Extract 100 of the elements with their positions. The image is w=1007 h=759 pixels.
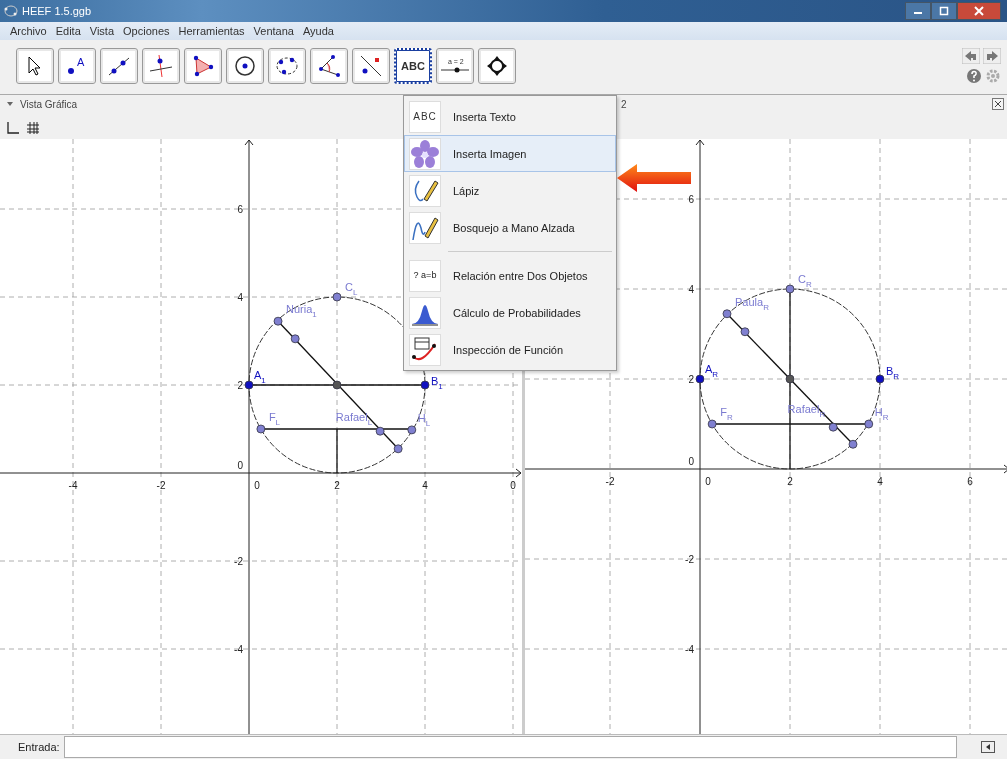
point-label: A$_{1}$	[254, 369, 266, 386]
tool-button[interactable]	[268, 47, 306, 84]
point[interactable]	[828, 422, 838, 432]
point[interactable]	[244, 380, 254, 390]
point[interactable]	[707, 419, 717, 429]
point-label: B$_{1}$	[431, 375, 443, 392]
point[interactable]	[848, 440, 858, 449]
help-icon[interactable]	[966, 67, 982, 84]
axis-tick-label: -4	[68, 480, 78, 492]
axis-tick-label: -2	[605, 476, 615, 488]
point[interactable]	[407, 425, 417, 435]
point[interactable]	[875, 374, 885, 384]
axis-tick-label: -2	[234, 556, 243, 568]
close-icon[interactable]	[992, 98, 1004, 111]
menu-item[interactable]: Inserta Imagen	[404, 135, 616, 173]
point[interactable]	[722, 309, 732, 319]
axis-tick-label: 4	[688, 284, 694, 296]
perpendicular-icon	[149, 53, 173, 78]
point-label: Nuria$_{1}$	[286, 303, 317, 320]
tool-button[interactable]	[142, 47, 180, 84]
axis-tick-label: 0	[254, 480, 260, 492]
minimize-button[interactable]	[905, 1, 931, 20]
menu-item[interactable]: Archivo	[10, 24, 47, 37]
tool-button[interactable]	[16, 47, 54, 84]
point-label: F$_{L}$	[268, 411, 281, 428]
point-label: Rafael$_{L}$	[335, 411, 373, 428]
axis-tick-label: -2	[156, 480, 166, 492]
input-label: Entrada:	[18, 741, 60, 754]
axis-tick-label: -4	[234, 644, 243, 656]
tool-button[interactable]	[310, 47, 348, 84]
tool-button[interactable]	[100, 47, 138, 84]
reflect-line-icon	[359, 53, 383, 78]
point-label: H$_{L}$	[417, 412, 431, 429]
axis-tick-label: 6	[688, 194, 694, 206]
menu-item[interactable]: Vista	[89, 24, 115, 37]
tool-button[interactable]	[352, 47, 390, 84]
point[interactable]	[420, 380, 430, 390]
point-label: C$_{L}$	[345, 281, 358, 298]
view-title: Vista Gráfica	[20, 98, 78, 110]
flower-icon	[411, 139, 439, 168]
window-title: HEEF 1.5.ggb	[22, 4, 92, 17]
close-icon	[974, 5, 984, 16]
maximize-button[interactable]	[931, 1, 957, 20]
tool-button[interactable]	[226, 47, 264, 84]
point[interactable]	[785, 284, 795, 294]
close-button[interactable]	[957, 1, 1001, 20]
point[interactable]	[332, 380, 342, 390]
tool-button[interactable]	[184, 47, 222, 84]
axis-tick-label: -4	[685, 644, 694, 656]
text-tool-icon: ABC	[401, 59, 425, 72]
left-arrow-box-icon[interactable]	[981, 741, 995, 754]
point[interactable]	[695, 374, 705, 384]
point-label: C$_{R}$	[798, 273, 812, 290]
menu-item[interactable]: Edita	[55, 24, 81, 37]
point[interactable]	[375, 427, 385, 436]
point[interactable]	[864, 419, 874, 429]
axis-tick-label: 2	[688, 374, 694, 386]
relation-icon: ? a=b	[412, 270, 438, 281]
axis-tick-label: 0	[237, 460, 243, 472]
axis-tick-label: 2	[334, 480, 340, 492]
redo-icon[interactable]	[983, 47, 1001, 64]
axis-tick-label: 4	[877, 476, 883, 488]
tool-button[interactable]: A	[58, 47, 96, 84]
text-tool-icon: ABC	[413, 111, 437, 123]
undo-icon[interactable]	[962, 47, 980, 64]
axis-tick-label: 6	[237, 204, 243, 216]
ellipse-points-icon	[4, 3, 18, 18]
point[interactable]	[290, 334, 300, 344]
axis-tick-label: 2	[237, 380, 243, 392]
point-label: Paula$_{R}$	[735, 295, 769, 312]
grid-icon[interactable]	[26, 121, 40, 136]
menu-item[interactable]: ABC Inserta Texto	[404, 98, 616, 136]
circle-icon	[233, 53, 257, 78]
circle[interactable]	[248, 296, 426, 474]
menu-item[interactable]: Herramientas	[178, 24, 245, 37]
point[interactable]	[256, 424, 266, 434]
point[interactable]	[393, 444, 403, 454]
axis-tick-label: 0	[705, 476, 711, 488]
axis-tick-label: 2	[787, 476, 793, 488]
point[interactable]	[785, 374, 795, 384]
axis-tick-label: 0	[688, 456, 694, 468]
input-field[interactable]	[63, 736, 957, 759]
axis-tick-label: 0	[510, 480, 516, 492]
axis-tick-label: -2	[685, 554, 694, 566]
point-label: F$_{R}$	[720, 406, 733, 423]
point[interactable]	[332, 292, 342, 302]
point[interactable]	[273, 317, 283, 326]
angle-icon	[317, 53, 341, 78]
tool-button[interactable]	[478, 47, 516, 84]
point[interactable]	[740, 327, 750, 337]
menu-item[interactable]: Ayuda	[302, 24, 334, 37]
menu-item[interactable]: Opciones	[123, 24, 170, 37]
view-title: 2	[621, 98, 627, 110]
maximize-icon	[939, 5, 949, 16]
triangle-icon	[191, 53, 215, 78]
axis-tick-label: 6	[967, 476, 973, 488]
axis-tick-label: 4	[237, 292, 243, 304]
menu-item[interactable]: Ventana	[253, 24, 294, 37]
tool-button[interactable]: ABC	[394, 47, 432, 84]
axes-icon[interactable]	[6, 121, 20, 136]
